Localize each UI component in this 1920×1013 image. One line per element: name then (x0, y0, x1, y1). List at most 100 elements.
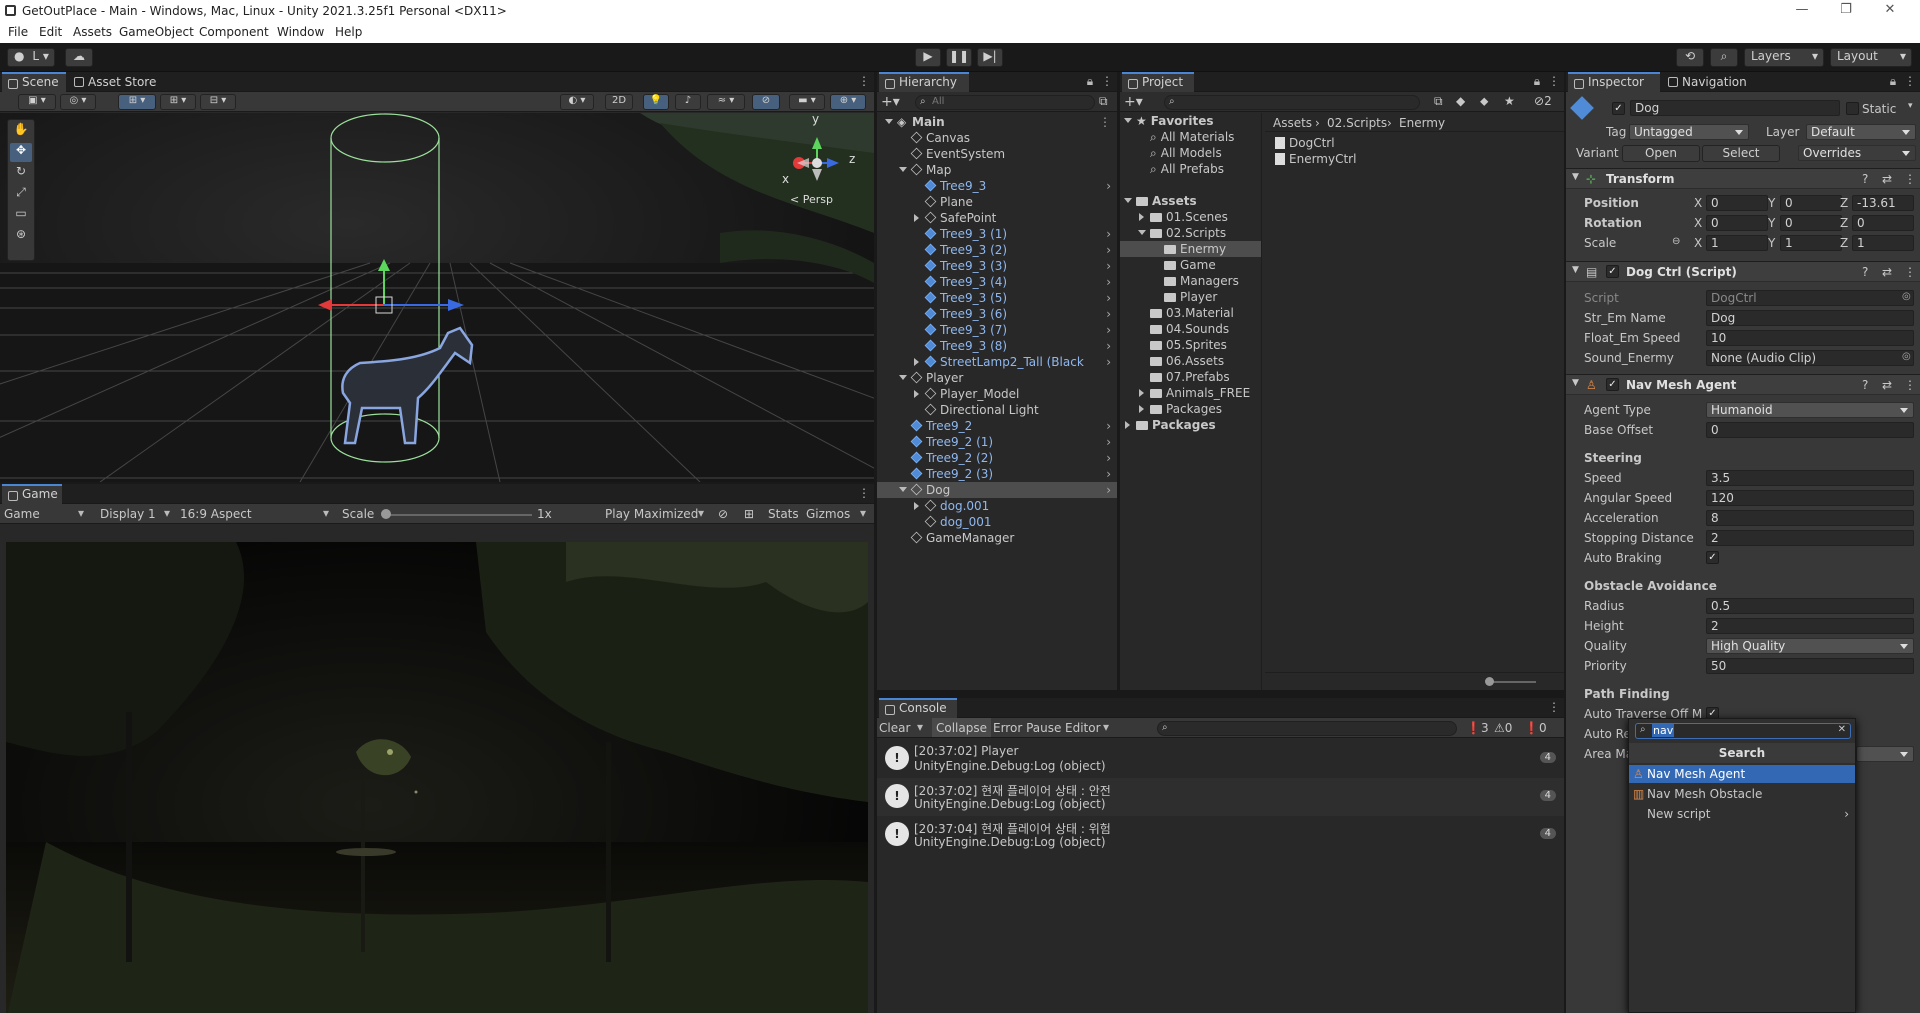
menu-component[interactable]: Component (199, 25, 269, 39)
project-tree-item[interactable]: 01.Scenes (1120, 209, 1261, 225)
hierarchy-item[interactable]: Tree9_2 (3) › (877, 466, 1117, 482)
hierarchy-item[interactable]: Tree9_2 (1) › (877, 434, 1117, 450)
transform-tools-dropdown[interactable]: ⊞ ▾ (118, 94, 156, 110)
chevron-right-icon[interactable]: › (1106, 226, 1111, 242)
icon-size-slider[interactable] (1488, 681, 1536, 683)
tab-project[interactable]: Project (1122, 72, 1194, 92)
rect-tool-icon[interactable]: ▭ (10, 206, 32, 225)
hierarchy-item[interactable]: Directional Light (877, 402, 1117, 418)
hierarchy-item[interactable]: Tree9_2 › (877, 418, 1117, 434)
position-x-field[interactable]: 0 (1706, 195, 1768, 211)
hierarchy-item[interactable]: Tree9_2 (2) › (877, 450, 1117, 466)
collapse-arrow-icon[interactable] (914, 358, 919, 366)
gizmos-button[interactable]: Gizmos (806, 507, 850, 521)
transform-tool-icon[interactable]: ⊛ (10, 227, 32, 246)
error-filter-toggle[interactable]: ❗0 (1524, 721, 1547, 735)
search-by-tag-icon[interactable]: ⬥ (1480, 94, 1488, 109)
axis-x-label[interactable]: X (1694, 196, 1702, 210)
tab-navigation[interactable]: Navigation (1662, 72, 1762, 92)
popup-item-navmesh-obstacle[interactable]: ▥ Nav Mesh Obstacle (1629, 785, 1855, 803)
hierarchy-item[interactable]: Dog › (877, 482, 1117, 498)
help-icon[interactable]: ? (1862, 265, 1868, 279)
cloud-button[interactable]: ☁ (65, 48, 93, 67)
preset-icon[interactable]: ⇄ (1882, 172, 1892, 186)
menu-edit[interactable]: Edit (39, 25, 62, 39)
project-tree-item[interactable]: Assets (1120, 193, 1261, 209)
base-offset-field[interactable]: 0 (1706, 422, 1914, 438)
collapse-arrow-icon[interactable] (914, 502, 919, 510)
hierarchy-menu-icon[interactable]: ⋮ (1101, 74, 1113, 88)
axis-z-label[interactable]: Z (1840, 236, 1848, 250)
dogctrl-enabled-checkbox[interactable]: ✓ (1606, 265, 1619, 278)
chevron-right-icon[interactable]: › (1106, 306, 1111, 322)
layer-dropdown[interactable]: Default (1806, 124, 1916, 140)
play-maximized-dropdown[interactable]: Play Maximized (605, 507, 698, 521)
breadcrumb-assets[interactable]: Assets (1273, 116, 1312, 130)
priority-field[interactable]: 50 (1706, 658, 1914, 674)
aspect-dropdown[interactable]: 16:9 Aspect (180, 507, 252, 521)
dogctrl-field-value[interactable]: 10 (1706, 330, 1914, 346)
radius-field[interactable]: 0.5 (1706, 598, 1914, 614)
expand-arrow-icon[interactable] (1124, 118, 1132, 123)
hierarchy-item[interactable]: Map (877, 162, 1117, 178)
project-tree-item[interactable]: ★ Favorites (1120, 113, 1261, 129)
tag-dropdown[interactable]: Untagged (1629, 124, 1749, 140)
project-tree-item[interactable]: Player (1120, 289, 1261, 305)
angular-speed-field[interactable]: 120 (1706, 490, 1914, 506)
project-tree-item[interactable]: ⌕ All Models (1120, 145, 1261, 161)
hierarchy-item[interactable]: Tree9_3 (3) › (877, 258, 1117, 274)
effects-dropdown[interactable]: ≈ ▾ (707, 94, 745, 110)
help-icon[interactable]: ? (1862, 172, 1868, 186)
history-button[interactable]: ⟲ (1676, 48, 1704, 67)
gizmos-dropdown[interactable]: ⊕ ▾ (830, 94, 866, 110)
project-tree-item[interactable]: 03.Material (1120, 305, 1261, 321)
hierarchy-item[interactable]: ◈ Main ⋮ (877, 114, 1117, 130)
project-tree-item[interactable]: 02.Scripts (1120, 225, 1261, 241)
scale-slider-thumb[interactable] (381, 509, 391, 519)
collapse-arrow-icon[interactable] (914, 214, 919, 222)
lock-icon[interactable]: 🔒︎ (1532, 74, 1542, 89)
project-tree-item[interactable]: ⌕ All Prefabs (1120, 161, 1261, 177)
search-by-label-icon[interactable]: ◆ (1456, 94, 1465, 108)
scene-menu-icon[interactable]: ⋮ (1099, 114, 1111, 130)
tab-hierarchy[interactable]: Hierarchy (879, 72, 969, 92)
icon-size-slider-thumb[interactable] (1485, 677, 1494, 686)
maximize-button[interactable]: ❐ (1826, 2, 1866, 17)
help-icon[interactable]: ? (1862, 378, 1868, 392)
grid-snap-dropdown[interactable]: ⊞ ▾ (160, 94, 196, 110)
overrides-dropdown[interactable]: Overrides (1798, 145, 1916, 161)
rotate-tool-icon[interactable]: ↻ (10, 164, 32, 183)
hand-tool-icon[interactable]: ✋ (10, 122, 32, 141)
hierarchy-item[interactable]: StreetLamp2_Tall (Black › (877, 354, 1117, 370)
hierarchy-item[interactable]: EventSystem (877, 146, 1117, 162)
inspector-menu-icon[interactable]: ⋮ (1904, 74, 1916, 88)
step-button[interactable]: ▶| (977, 48, 1003, 67)
tab-console[interactable]: Console (879, 698, 957, 718)
hierarchy-item[interactable]: Tree9_3 (6) › (877, 306, 1117, 322)
scene-visibility-icon[interactable]: ⧉ (1099, 94, 1108, 109)
collapse-arrow-icon[interactable] (1139, 405, 1144, 413)
axis-z-label[interactable]: Z (1840, 216, 1848, 230)
project-tree-item[interactable]: Game (1120, 257, 1261, 273)
chevron-right-icon[interactable]: › (1106, 322, 1111, 338)
scene-viewport[interactable]: x y z < Persp ✋ ✥ ↻ ⤢ ▭ ⊛ (0, 112, 874, 482)
breadcrumb-enermy[interactable]: Enermy (1399, 116, 1445, 130)
expand-arrow-icon[interactable] (899, 487, 907, 492)
minimize-button[interactable]: — (1782, 2, 1822, 17)
link-icon[interactable]: ⊖ (1672, 236, 1680, 247)
axis-x-label[interactable]: X (1694, 236, 1702, 250)
chevron-right-icon[interactable]: › (1106, 258, 1111, 274)
preset-icon[interactable]: ⇄ (1882, 378, 1892, 392)
height-field[interactable]: 2 (1706, 618, 1914, 634)
active-checkbox[interactable]: ✓ (1612, 102, 1625, 115)
dogctrl-header[interactable]: ▼ ▤ ✓ Dog Ctrl (Script) ? ⇄ ⋮ (1566, 261, 1920, 282)
agent-type-dropdown[interactable]: Humanoid (1706, 402, 1914, 418)
axis-z-label[interactable]: Z (1840, 196, 1848, 210)
object-picker-icon[interactable]: ◎ (1902, 351, 1911, 362)
favorite-star-icon[interactable]: ★ (1504, 94, 1515, 108)
project-add-button[interactable]: +▾ (1124, 94, 1143, 110)
collapse-arrow-icon[interactable] (1139, 389, 1144, 397)
hierarchy-item[interactable]: SafePoint (877, 210, 1117, 226)
error-pause-toggle[interactable]: Error Pause (993, 721, 1061, 735)
lighting-toggle[interactable]: 💡 (643, 94, 669, 110)
